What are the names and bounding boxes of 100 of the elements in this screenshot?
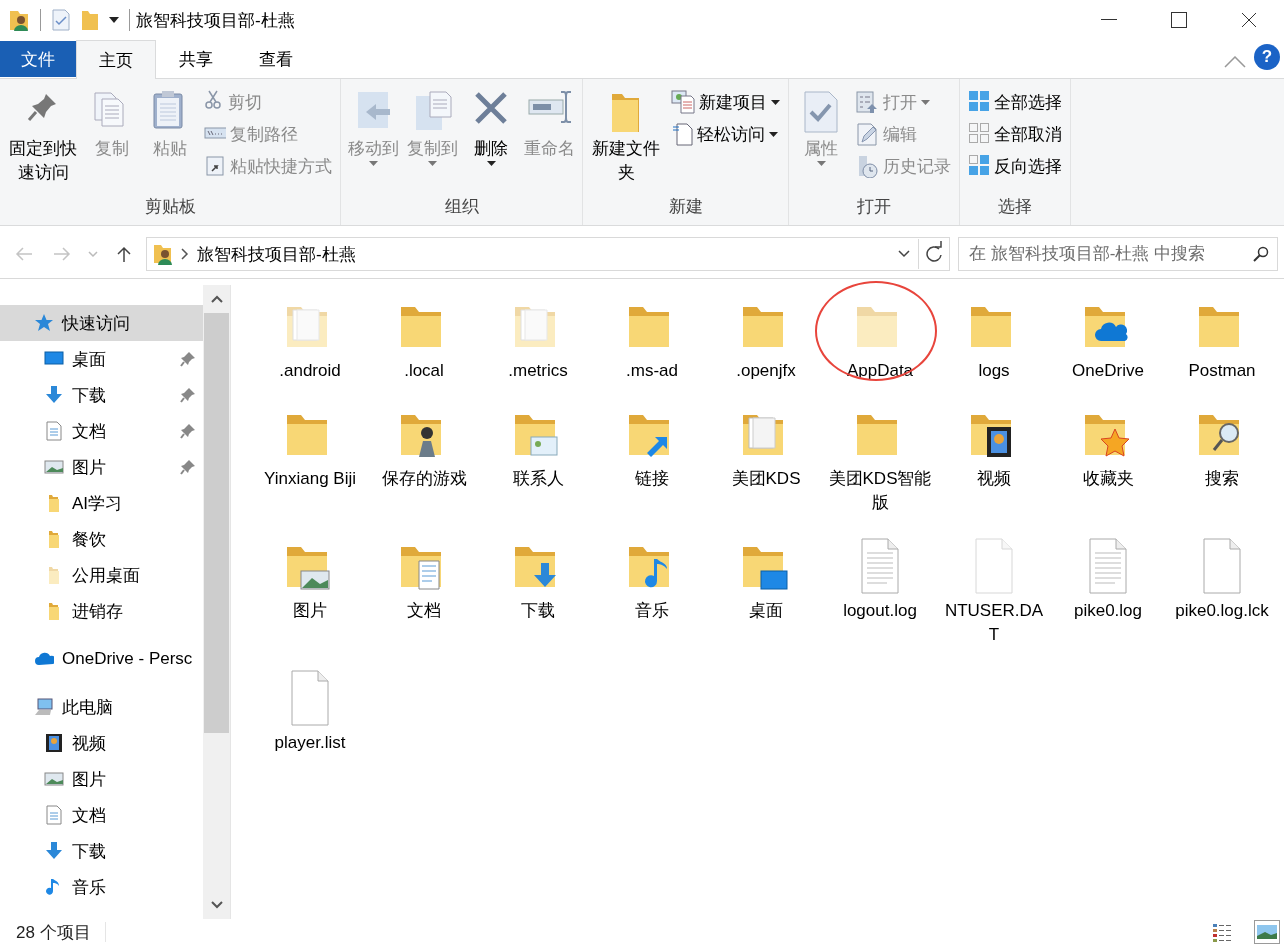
scroll-down-icon[interactable]: [210, 901, 223, 909]
window-title: 旅智科技项目部-杜燕: [136, 9, 296, 32]
sidebar-item[interactable]: 图片: [0, 761, 203, 797]
ribbon-tab[interactable]: 共享: [156, 40, 236, 78]
scroll-thumb[interactable]: [204, 313, 229, 733]
download-icon: [44, 841, 64, 861]
search-icon: [1253, 246, 1269, 262]
file-name[interactable]: Yinxiang Biji: [258, 467, 362, 491]
scroll-up-icon[interactable]: [210, 295, 223, 303]
sidebar-item[interactable]: 文档: [0, 797, 203, 833]
file-name[interactable]: NTUSER.DAT: [942, 599, 1046, 647]
ribbon-button[interactable]: 全部选择: [964, 87, 1066, 117]
sidebar-item[interactable]: 下载: [0, 833, 203, 869]
checkmark-document-icon: [801, 89, 841, 133]
caret-icon: [921, 99, 930, 105]
file-name[interactable]: 链接: [600, 467, 704, 491]
caret-icon: [486, 161, 496, 166]
address-path[interactable]: 旅智科技项目部-杜燕: [197, 242, 890, 266]
file-name[interactable]: pike0.log.lck: [1170, 599, 1274, 623]
chevron-icon[interactable]: [181, 248, 189, 260]
sidebar-item[interactable]: 图片: [0, 449, 203, 485]
help-button[interactable]: ?: [1254, 44, 1280, 70]
file-name[interactable]: OneDrive: [1056, 359, 1160, 383]
file-name[interactable]: 收藏夹: [1056, 467, 1160, 491]
sidebar-item[interactable]: 快速访问: [0, 305, 203, 341]
ribbon-button[interactable]: 反向选择: [964, 151, 1066, 181]
sidebar-item[interactable]: 桌面: [0, 341, 203, 377]
sidebar-item[interactable]: OneDrive - Persc: [0, 641, 203, 677]
maximize-icon: [1171, 12, 1187, 28]
file-name[interactable]: 联系人: [486, 467, 590, 491]
group-label: 组织: [443, 196, 480, 218]
invert-selection-icon: [968, 154, 990, 178]
scrollbar[interactable]: [203, 285, 230, 919]
sidebar-item[interactable]: 公用桌面: [0, 557, 203, 593]
ribbon-tab[interactable]: 查看: [236, 40, 316, 78]
sidebar-item[interactable]: 进销存: [0, 593, 203, 629]
file-name[interactable]: .ms-ad: [600, 359, 704, 383]
select-none-icon: [968, 122, 990, 146]
file-name[interactable]: 搜索: [1170, 467, 1274, 491]
ribbon-button[interactable]: 全部取消: [964, 119, 1066, 149]
file-name[interactable]: 美团KDS智能版: [828, 467, 932, 515]
properties-icon[interactable]: [51, 9, 71, 31]
file-name[interactable]: .openjfx: [714, 359, 818, 383]
file-menu-tab[interactable]: 文件: [0, 41, 76, 77]
file-name[interactable]: AppData: [828, 359, 932, 383]
group-label: 剪贴板: [143, 196, 197, 218]
file-name[interactable]: 文档: [372, 599, 476, 623]
user-folder-icon: [153, 243, 173, 265]
file-name[interactable]: 视频: [942, 467, 1046, 491]
ribbon-button[interactable]: 新建项目: [667, 87, 784, 117]
ribbon-button[interactable]: 删除: [463, 87, 519, 195]
select-all-icon: [968, 90, 990, 114]
sidebar-item[interactable]: AI学习: [0, 485, 203, 521]
user-folder-icon[interactable]: [8, 8, 30, 32]
shortcut-icon: [204, 154, 226, 178]
details-view-icon: [1212, 922, 1234, 942]
sidebar-item[interactable]: 文档: [0, 413, 203, 449]
ribbon-button[interactable]: 新建文件夹: [587, 87, 665, 195]
sidebar-item[interactable]: 视频: [0, 725, 203, 761]
close-icon: [1241, 12, 1257, 28]
star-icon: [34, 313, 54, 333]
file-name[interactable]: logout.log: [828, 599, 932, 623]
caret-icon: [771, 99, 780, 105]
back-icon: [15, 246, 33, 262]
large-icons-view-icon: [1256, 922, 1278, 942]
address-bar[interactable]: 旅智科技项目部-杜燕: [146, 237, 950, 271]
file-name[interactable]: 保存的游戏: [372, 467, 476, 491]
sidebar-item[interactable]: 下载: [0, 377, 203, 413]
document-icon: [44, 805, 64, 825]
file-name[interactable]: Postman: [1170, 359, 1274, 383]
file-name[interactable]: .local: [372, 359, 476, 383]
group-label: 选择: [997, 196, 1033, 218]
pin-icon: [180, 423, 196, 439]
file-name[interactable]: .android: [258, 359, 362, 383]
file-name[interactable]: 下载: [486, 599, 590, 623]
file-name[interactable]: 桌面: [714, 599, 818, 623]
ribbon-tab[interactable]: 主页: [76, 40, 156, 79]
dropdown-icon[interactable]: [898, 250, 910, 258]
document-icon: [671, 122, 693, 146]
file-name[interactable]: .metrics: [486, 359, 590, 383]
caret-icon[interactable]: [109, 17, 119, 23]
sidebar-item[interactable]: 餐饮: [0, 521, 203, 557]
ribbon-button[interactable]: 轻松访问: [667, 119, 784, 149]
ribbon-button[interactable]: 固定到快速访问: [4, 87, 82, 195]
view-toggle[interactable]: [1254, 920, 1280, 944]
file-name[interactable]: pike0.log: [1056, 599, 1160, 623]
group-label: 新建: [667, 196, 704, 218]
sidebar-item[interactable]: 此电脑: [0, 689, 203, 725]
sidebar-item[interactable]: 音乐: [0, 869, 203, 905]
minimize-icon: [1101, 19, 1117, 21]
collapse-ribbon-icon[interactable]: [1224, 56, 1246, 68]
file-name[interactable]: 图片: [258, 599, 362, 623]
file-name[interactable]: logs: [942, 359, 1046, 383]
caret-icon: [816, 161, 826, 166]
file-name[interactable]: 美团KDS: [714, 467, 818, 491]
file-name[interactable]: player.list: [258, 731, 362, 755]
search-field[interactable]: 在 旅智科技项目部-杜燕 中搜索: [958, 237, 1278, 271]
file-name[interactable]: 音乐: [600, 599, 704, 623]
picture-icon: [44, 457, 64, 477]
pin-icon: [180, 387, 196, 403]
